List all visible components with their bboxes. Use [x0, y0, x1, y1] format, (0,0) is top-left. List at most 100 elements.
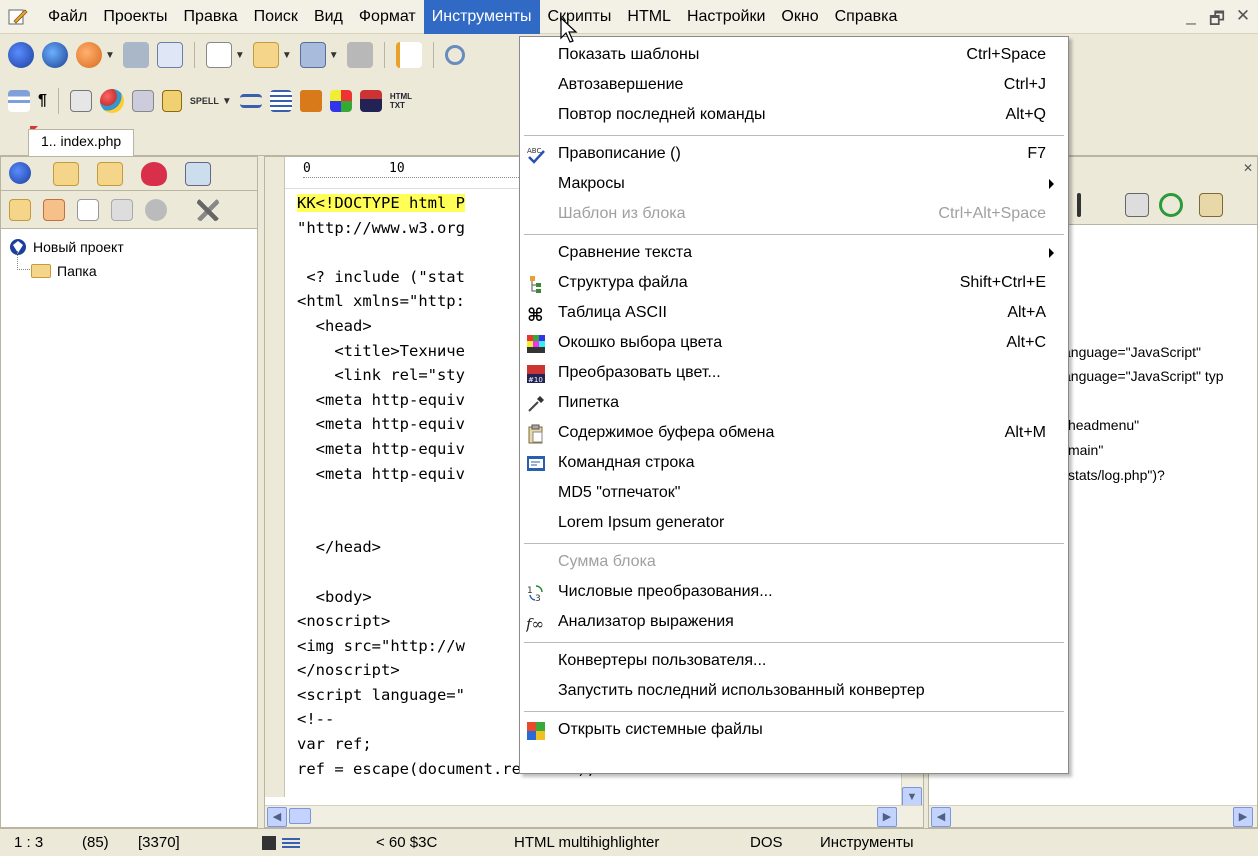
toolbar-separator: [57, 88, 59, 114]
svg-text:3: 3: [535, 594, 541, 603]
indent-icon[interactable]: [269, 90, 292, 112]
horizontal-scrollbar[interactable]: ◀ ▶: [265, 805, 923, 827]
color-balls-icon[interactable]: [99, 89, 124, 113]
tools-menu-item[interactable]: Lorem Ipsum generator: [520, 509, 1068, 539]
tools-menu-item[interactable]: Конвертеры пользователя...: [520, 647, 1068, 677]
tools-menu-item[interactable]: Содержимое буфера обмена Alt+M: [520, 419, 1068, 449]
open-project-icon[interactable]: [42, 42, 68, 68]
menu-item-shortcut: F7: [1027, 145, 1046, 162]
tools-menu-item[interactable]: Структура файла Shift+Ctrl+E: [520, 269, 1068, 299]
dropdown-arrow-icon[interactable]: ▼: [282, 50, 292, 61]
dropdown-arrow-icon[interactable]: ▼: [222, 96, 232, 107]
templates-tab-icon[interactable]: [185, 162, 211, 186]
menu-item-9[interactable]: Настройки: [679, 0, 773, 34]
ftp-icon[interactable]: [122, 42, 149, 68]
line-ending[interactable]: DOS: [750, 834, 783, 851]
tools-menu-item[interactable]: ⌘ Таблица ASCII Alt+A: [520, 299, 1068, 329]
menu-item-shortcut: Shift+Ctrl+E: [959, 274, 1046, 291]
tools-menu-item[interactable]: Сравнение текста: [520, 239, 1068, 269]
dropdown-arrow-icon[interactable]: ▼: [235, 50, 245, 61]
tools-menu-item[interactable]: Макросы: [520, 170, 1068, 200]
stop-icon[interactable]: [1077, 193, 1081, 217]
tools-menu-item[interactable]: Автозавершение Ctrl+J: [520, 71, 1068, 101]
scroll-left-button[interactable]: ◀: [267, 807, 287, 827]
add-file-icon[interactable]: [77, 199, 99, 221]
structure-icon[interactable]: [395, 42, 422, 68]
tree-item-folder[interactable]: Папка: [17, 251, 124, 283]
lock-icon[interactable]: [161, 90, 182, 112]
menu-item-2[interactable]: Правка: [176, 0, 246, 34]
project-tab-icon[interactable]: [9, 162, 31, 184]
project-icon[interactable]: [8, 42, 34, 68]
close-button[interactable]: ✕: [1234, 6, 1252, 35]
tools-menu-item[interactable]: MD5 "отпечаток": [520, 479, 1068, 509]
tools-menu-item[interactable]: Запустить последний использованный конве…: [520, 677, 1068, 707]
tab-index-php[interactable]: 1.. index.php: [28, 129, 135, 156]
search-icon[interactable]: [444, 45, 465, 65]
color-grid-icon[interactable]: [329, 90, 352, 112]
tools-menu-item[interactable]: ABC Правописание () F7: [520, 140, 1068, 170]
menu-item-0[interactable]: Файл: [40, 0, 95, 34]
horizontal-scrollbar[interactable]: ◀ ▶: [929, 805, 1257, 827]
tools-menu-item[interactable]: Окошко выбора цвета Alt+C: [520, 329, 1068, 359]
word-wrap-icon[interactable]: [8, 90, 30, 112]
menu-item-10[interactable]: Окно: [773, 0, 826, 34]
restore-button[interactable]: 🗗: [1208, 6, 1226, 35]
save-project-icon[interactable]: [76, 42, 102, 68]
highlighter-name[interactable]: HTML multihighlighter: [514, 834, 659, 851]
new-file-icon[interactable]: [205, 42, 232, 68]
tools-menu-item[interactable]: Открыть системные файлы: [520, 716, 1068, 746]
ftp-tab-icon[interactable]: [97, 162, 123, 186]
properties-icon[interactable]: [1125, 193, 1149, 217]
folder-tab-icon[interactable]: [53, 162, 79, 186]
menu-item-3[interactable]: Поиск: [246, 0, 306, 34]
tools-menu-item[interactable]: Показать шаблоны Ctrl+Space: [520, 41, 1068, 71]
scroll-down-button[interactable]: ▼: [902, 787, 922, 807]
html-txt-icon[interactable]: HTML TXT: [390, 92, 412, 110]
tools-menu-item[interactable]: Повтор последней команды Alt+Q: [520, 101, 1068, 131]
cursor-position: 1 : 3: [14, 834, 44, 851]
refresh-icon[interactable]: [1159, 193, 1183, 217]
tools-menu-item[interactable]: #10 Преобразовать цвет...: [520, 359, 1068, 389]
add-folder-icon[interactable]: [9, 199, 31, 221]
dropdown-arrow-icon[interactable]: ▼: [329, 50, 339, 61]
char-count: [3370]: [138, 834, 180, 851]
log-icon[interactable]: [156, 42, 183, 68]
command-line-icon: [526, 454, 546, 474]
scroll-thumb[interactable]: [289, 808, 311, 824]
tools-menu-item[interactable]: Командная строка: [520, 449, 1068, 479]
tools-menu-item[interactable]: Пипетка: [520, 389, 1068, 419]
tools-menu-item[interactable]: 1 3 Числовые преобразования...: [520, 578, 1068, 608]
menu-item-7[interactable]: Скрипты: [540, 0, 620, 34]
hex-color-icon[interactable]: [359, 90, 382, 112]
scroll-left-button[interactable]: ◀: [931, 807, 951, 827]
menu-separator: [524, 135, 1064, 136]
columns-icon[interactable]: [131, 90, 154, 112]
scroll-right-button[interactable]: ▶: [1233, 807, 1253, 827]
menu-item-6[interactable]: Инструменты: [423, 0, 540, 34]
menu-item-5[interactable]: Формат: [351, 0, 424, 34]
spell-icon[interactable]: SPELL: [190, 96, 219, 106]
package-icon[interactable]: [299, 90, 322, 112]
list-icon[interactable]: [69, 90, 92, 112]
menu-item-1[interactable]: Проекты: [95, 0, 175, 34]
favorites-tab-icon[interactable]: [141, 162, 167, 186]
tools-icon[interactable]: [197, 199, 219, 221]
dropdown-arrow-icon[interactable]: ▼: [105, 50, 115, 61]
refresh-icon[interactable]: [145, 199, 167, 221]
tools-menu-item[interactable]: f∞ Анализатор выражения: [520, 608, 1068, 638]
close-icon[interactable]: ✕: [1243, 161, 1253, 175]
menu-item-11[interactable]: Справка: [827, 0, 906, 34]
open-file-icon[interactable]: [252, 42, 279, 68]
pilcrow-icon[interactable]: ¶: [38, 92, 47, 110]
menu-item-4[interactable]: Вид: [306, 0, 351, 34]
close-file-icon[interactable]: [346, 42, 373, 68]
remove-folder-icon[interactable]: [43, 199, 65, 221]
menu-item-8[interactable]: HTML: [619, 0, 679, 34]
compare-icon[interactable]: [239, 94, 262, 108]
minimize-button[interactable]: _: [1182, 6, 1200, 35]
remove-file-icon[interactable]: [111, 199, 133, 221]
clipboard-icon[interactable]: [1199, 193, 1223, 217]
save-file-icon[interactable]: [299, 42, 326, 68]
scroll-right-button[interactable]: ▶: [877, 807, 897, 827]
